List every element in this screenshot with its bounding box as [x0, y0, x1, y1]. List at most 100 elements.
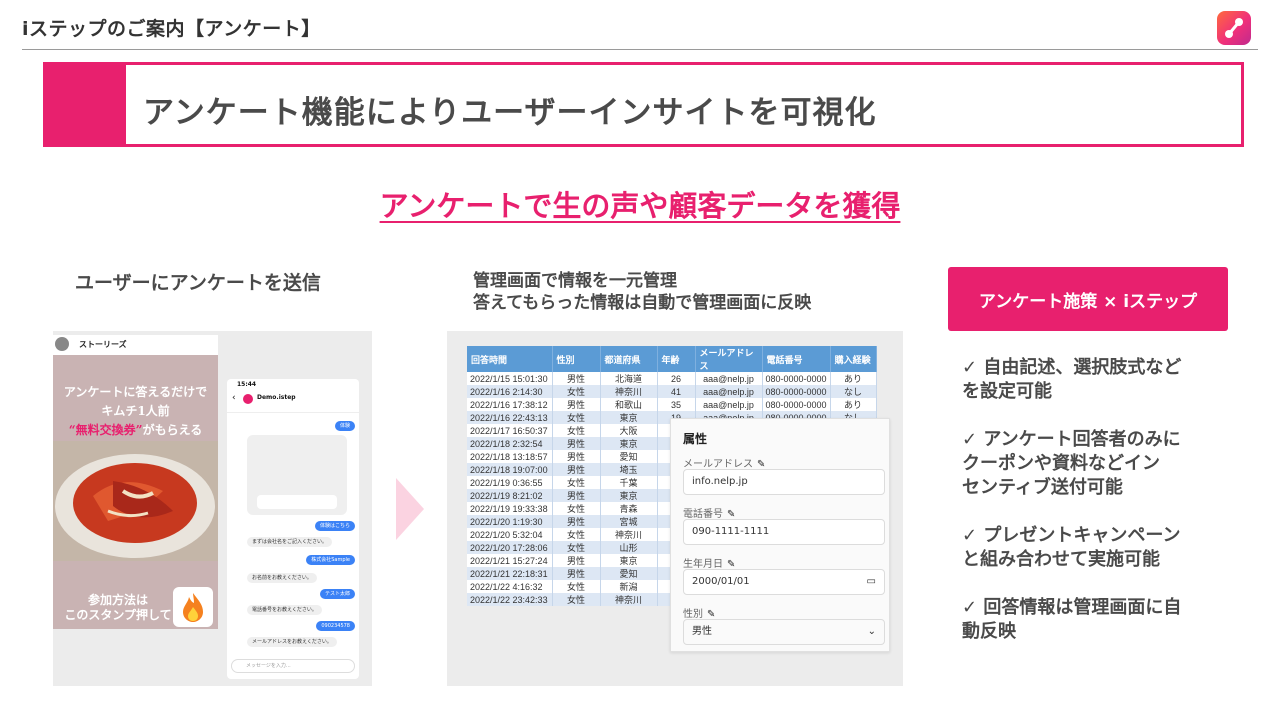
col2-title-line1: 管理画面で情報を一元管理 [473, 271, 677, 291]
col1-title: ユーザーにアンケートを送信 [75, 272, 321, 294]
attribute-panel: 属性 メールアドレス ✎ info.nelp.jp 電話番号 ✎ 090-1111-… [670, 418, 890, 652]
table-cell: なし [830, 385, 877, 398]
story-line-2: キムチ1人前 [101, 404, 170, 418]
table-row[interactable]: 2022/1/16 2:14:30 女性 神奈川 41 aaa@nelp.jp 080-0… [467, 385, 877, 398]
table-cell: 男性 [552, 515, 601, 528]
story-line-4: 参加方法は [87, 593, 148, 607]
table-cell: 080-0000-0000 [762, 398, 831, 411]
table-cell: 神奈川 [600, 528, 658, 541]
field-label: 生年月日 ✎ [683, 555, 735, 570]
table-cell: 山形 [600, 541, 658, 554]
table-cell: 男性 [552, 372, 601, 385]
table-cell: 女性 [552, 502, 601, 515]
table-cell: 女性 [552, 541, 601, 554]
fire-stamp-icon[interactable] [173, 587, 213, 627]
chat-bubble-left: 電話番号をお教えください。 [247, 605, 322, 615]
table-cell: 男性 [552, 437, 601, 450]
table-cell: 愛知 [600, 567, 658, 580]
field-label: 電話番号 ✎ [683, 505, 735, 520]
table-cell: 宮城 [600, 515, 658, 528]
col2-title: 管理画面で情報を一元管理 答えてもらった情報は自動で管理画面に反映 [473, 270, 811, 314]
chat-account-name: Demo.istep [257, 394, 296, 401]
table-cell: 2022/1/19 19:33:38 [467, 502, 553, 515]
column-header[interactable]: 性別 [552, 346, 601, 372]
table-row[interactable]: 2022/1/15 15:01:30 男性 北海道 26 aaa@nelp.jp 080-… [467, 372, 877, 385]
attribute-panel-title: 属性 [683, 432, 708, 446]
table-cell: 男性 [552, 489, 601, 502]
column-header[interactable]: 都道府県 [600, 346, 658, 372]
kimchi-photo [53, 441, 218, 561]
chat-bubble-right: 体験はこちら [314, 521, 355, 531]
instagram-mock-screenshot: ストーリーズ アンケートに答えるだけで キムチ1人前 “無料交換券”がもらえる … [53, 331, 372, 686]
feature-item: ✓ 回答情報は管理画面に自 動反映 [962, 597, 1182, 642]
column-header[interactable]: 購入経験 [830, 346, 877, 372]
story-caption-bottom: 参加方法は このスタンプ押して [53, 593, 183, 623]
table-cell: aaa@nelp.jp [695, 372, 763, 385]
table-cell: 北海道 [600, 372, 658, 385]
table-cell: 女性 [552, 424, 601, 437]
chevron-down-icon: ⌄ [867, 626, 876, 637]
phone-field[interactable]: 090-1111-1111 [683, 519, 885, 545]
column-header[interactable]: メールアドレス [695, 346, 763, 372]
birthdate-value: 2000/01/01 [692, 576, 750, 587]
story-image: ストーリーズ アンケートに答えるだけで キムチ1人前 “無料交換券”がもらえる … [53, 335, 218, 629]
table-cell: 2022/1/21 22:18:31 [467, 567, 553, 580]
table-cell: 女性 [552, 593, 601, 606]
chat-bubble-left: お名前をお教えください。 [247, 573, 317, 583]
table-cell: あり [830, 398, 877, 411]
table-cell: 和歌山 [600, 398, 658, 411]
sub-headline-text: アンケートで生の声や顧客データを獲得 [379, 189, 901, 223]
column-header[interactable]: 回答時間 [467, 346, 553, 372]
table-cell: 2022/1/20 17:28:06 [467, 541, 553, 554]
chat-header: ‹ Demo.istep [227, 389, 359, 413]
table-cell: 愛知 [600, 450, 658, 463]
table-cell: 大阪 [600, 424, 658, 437]
table-cell: 2022/1/16 2:14:30 [467, 385, 553, 398]
table-cell: 2022/1/18 13:18:57 [467, 450, 553, 463]
table-cell: あり [830, 372, 877, 385]
table-cell: 2022/1/18 2:32:54 [467, 437, 553, 450]
table-cell: 男性 [552, 398, 601, 411]
table-cell: 2022/1/22 23:42:33 [467, 593, 553, 606]
email-field[interactable]: info.nelp.jp [683, 469, 885, 495]
column-header[interactable]: 電話番号 [762, 346, 831, 372]
gender-select-value: 男性 [692, 626, 712, 637]
field-label: 性別 ✎ [683, 605, 715, 620]
story-caption-top: アンケートに答えるだけで キムチ1人前 “無料交換券”がもらえる [53, 383, 218, 440]
table-row[interactable]: 2022/1/16 17:38:12 男性 和歌山 35 aaa@nelp.jp 080-… [467, 398, 877, 411]
table-cell: 女性 [552, 476, 601, 489]
table-cell: 2022/1/18 19:07:00 [467, 463, 553, 476]
table-cell: 男性 [552, 567, 601, 580]
calendar-icon[interactable]: ▭ [867, 570, 876, 594]
story-line-1: アンケートに答えるだけで [63, 385, 208, 399]
feature-item: ✓ プレゼントキャンペーン と組み合わせて実施可能 [962, 525, 1181, 570]
col2-title-line2: 答えてもらった情報は自動で管理画面に反映 [473, 293, 812, 313]
sub-headline: アンケートで生の声や顧客データを獲得 [0, 183, 1280, 225]
feature-list: ✓ 自由記述、選択肢式など を設定可能 ✓ アンケート回答者のみに クーポンや資… [962, 356, 1222, 668]
table-cell: 2022/1/21 15:27:24 [467, 554, 553, 567]
birthdate-field[interactable]: 2000/01/01 ▭ [683, 569, 885, 595]
gender-select[interactable]: 男性 ⌄ [683, 619, 885, 645]
avatar [55, 337, 69, 351]
message-input[interactable]: メッセージを入力... [231, 659, 355, 673]
table-cell: aaa@nelp.jp [695, 398, 763, 411]
chat-bubble-right: 株式会社Sample [306, 555, 355, 565]
table-cell: 東京 [600, 437, 658, 450]
chat-bubble-left: メールアドレスをお教えください。 [247, 637, 337, 647]
story-line-3b: がもらえる [142, 423, 203, 437]
chat-bubble-left: まずは会社名をご記入ください。 [247, 537, 333, 547]
status-bar-time: 15:44 [237, 381, 257, 388]
table-cell: 男性 [552, 450, 601, 463]
table-cell: 35 [657, 398, 696, 411]
admin-mock-screenshot: 回答時間 性別 都道府県 年齢 メールアドレス 電話番号 購入経験 2022/1… [447, 331, 903, 686]
chat-inline-button[interactable] [257, 495, 337, 509]
table-cell: 2022/1/22 4:16:32 [467, 580, 553, 593]
header-divider [22, 49, 1258, 50]
table-cell: 東京 [600, 411, 658, 424]
table-cell: 埼玉 [600, 463, 658, 476]
table-cell: 男性 [552, 554, 601, 567]
table-cell: 2022/1/20 5:32:04 [467, 528, 553, 541]
column-header[interactable]: 年齢 [657, 346, 696, 372]
chat-bubble-message [247, 435, 347, 515]
back-icon[interactable]: ‹ [232, 393, 236, 403]
